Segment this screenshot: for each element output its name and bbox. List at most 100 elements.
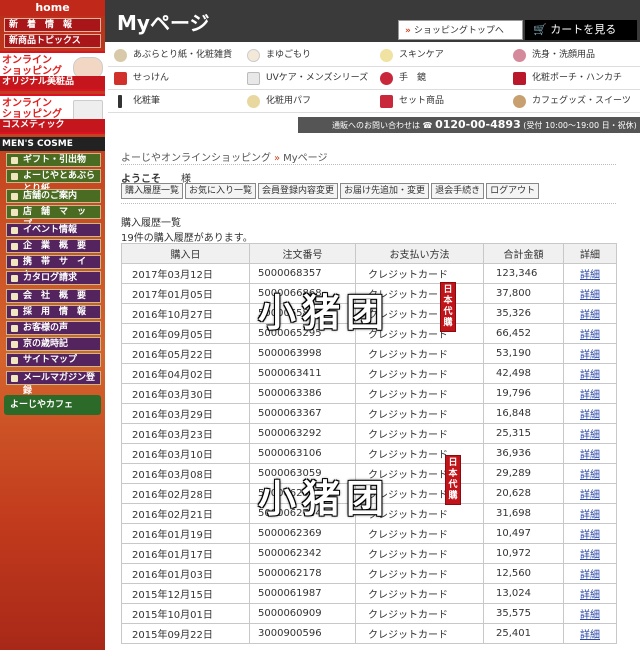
sidebar-item-catalog[interactable]: カタログ請求 — [6, 271, 101, 285]
sidebar-item-sitemap[interactable]: サイトマップ — [6, 353, 101, 367]
cell-total: 19,796 — [483, 383, 564, 404]
category-label: セット商品 — [399, 96, 445, 106]
category-item[interactable]: 化粧ポーチ・ハンカチ — [507, 67, 640, 90]
cell-payment: クレジットカード — [355, 543, 484, 564]
cell-date: 2017年03月12日 — [121, 263, 250, 284]
sidebar-item-cafe[interactable]: よーじやカフェ — [4, 395, 101, 415]
sidebar-item-abura[interactable]: よーじやとあぶらとり紙 — [6, 169, 101, 194]
table-row: 2016年03月29日 5000063367 クレジットカード 16,848 詳細 — [121, 403, 617, 424]
view-cart-button[interactable]: 🛒 カートを見る — [525, 20, 637, 40]
cell-detail: 詳細 — [563, 623, 617, 644]
cell-date: 2016年04月02日 — [121, 363, 250, 384]
category-item[interactable]: 化粧筆 — [108, 90, 241, 113]
seal-stamp: 日本代購 — [445, 455, 461, 505]
cell-detail: 詳細 — [563, 263, 617, 284]
category-label: カフェグッズ・スイーツ — [532, 96, 631, 106]
category-item[interactable]: あぶらとり紙・化粧雑貨 — [108, 44, 241, 67]
sidebar-item-mobile[interactable]: 携 帯 サ イ ト — [6, 255, 101, 280]
banner-original-cosmetics[interactable]: オンライン ショッピング オリジナル美粧品 — [0, 51, 105, 91]
table-row: 2016年01月03日 5000062178 クレジットカード 12,560 詳細 — [121, 563, 617, 584]
cell-order-no: 5000063292 — [249, 423, 356, 444]
category-item[interactable]: カフェグッズ・スイーツ — [507, 90, 640, 113]
sidebar-item-news[interactable]: 新 着 情 報 — [4, 18, 101, 32]
paper-icon — [114, 49, 127, 62]
sidebar-item-company[interactable]: 会 社 概 要 — [6, 289, 101, 303]
detail-link[interactable]: 詳細 — [580, 570, 600, 581]
shopping-top-label: ショッピングトップへ — [413, 26, 504, 36]
table-row: 2016年03月30日 5000063386 クレジットカード 19,796 詳細 — [121, 383, 617, 404]
detail-link[interactable]: 詳細 — [580, 630, 600, 641]
category-item[interactable]: まゆごもり — [241, 44, 374, 67]
tab-member-info[interactable]: 会員登録内容変更 — [258, 183, 339, 199]
sidebar-item-events[interactable]: イベント情報 — [6, 223, 101, 237]
detail-link[interactable]: 詳細 — [580, 550, 600, 561]
cell-order-no: 5000063367 — [249, 403, 356, 424]
category-label: あぶらとり紙・化粧雑貨 — [133, 50, 233, 60]
category-item[interactable]: セット商品 — [374, 90, 507, 113]
detail-link[interactable]: 詳細 — [580, 290, 600, 301]
detail-link[interactable]: 詳細 — [580, 510, 600, 521]
category-item[interactable]: 化粧用パフ — [241, 90, 374, 113]
detail-link[interactable]: 詳細 — [580, 610, 600, 621]
detail-link[interactable]: 詳細 — [580, 490, 600, 501]
detail-link[interactable]: 詳細 — [580, 310, 600, 321]
cell-detail: 詳細 — [563, 463, 617, 484]
sidebar-item-new-products[interactable]: 新商品トピックス — [4, 34, 101, 48]
cell-payment: クレジットカード — [355, 563, 484, 584]
sidebar-item-store-guide[interactable]: 店舗のご案内 — [6, 189, 101, 203]
sidebar-item-recruit[interactable]: 採 用 情 報 — [6, 305, 101, 319]
category-item[interactable]: 洗身・洗顔用品 — [507, 44, 640, 67]
shopping-top-button[interactable]: » ショッピングトップへ — [398, 20, 523, 40]
column-header-detail: 詳細 — [563, 243, 617, 264]
tab-delivery-address[interactable]: お届け先追加・変更 — [340, 183, 430, 199]
category-item[interactable]: せっけん — [108, 67, 241, 90]
table-row: 2015年09月22日 3000900596 クレジットカード 25,401 詳細 — [121, 623, 617, 644]
sidebar-item-newsletter[interactable]: メールマガジン登録 — [6, 371, 101, 396]
category-item[interactable]: 手 鏡 — [374, 67, 507, 90]
detail-link[interactable]: 詳細 — [580, 270, 600, 281]
tab-favorites[interactable]: お気に入り一覧 — [185, 183, 257, 199]
column-header-date: 購入日 — [121, 243, 250, 264]
sidebar-item-corporate[interactable]: 企 業 概 要 — [6, 239, 101, 253]
detail-link[interactable]: 詳細 — [580, 470, 600, 481]
tab-logout[interactable]: ログアウト — [486, 183, 540, 199]
cell-detail: 詳細 — [563, 603, 617, 624]
tab-purchase-history[interactable]: 購入履歴一覧 — [121, 183, 184, 199]
category-item[interactable]: スキンケア — [374, 44, 507, 67]
cell-total: 10,497 — [483, 523, 564, 544]
table-row: 2017年03月12日 5000068357 クレジットカード 123,346 詳細 — [121, 263, 617, 284]
cell-date: 2016年01月17日 — [121, 543, 250, 564]
home-link[interactable]: home — [0, 0, 105, 16]
detail-link[interactable]: 詳細 — [580, 370, 600, 381]
cell-order-no: 5000063998 — [249, 343, 356, 364]
cell-order-no: 5000063386 — [249, 383, 356, 404]
category-item[interactable]: UVケア・メンズシリーズ — [241, 67, 374, 90]
detail-link[interactable]: 詳細 — [580, 450, 600, 461]
skincare-icon — [380, 49, 393, 62]
contact-bar: 通販へのお問い合わせは ☎ 0120-00-4893 (受付 10:00～19:… — [298, 117, 640, 133]
cell-total: 31,698 — [483, 503, 564, 524]
table-row: 2016年05月22日 5000063998 クレジットカード 53,190 詳細 — [121, 343, 617, 364]
detail-link[interactable]: 詳細 — [580, 430, 600, 441]
sidebar-item-voice[interactable]: お客様の声 — [6, 321, 101, 335]
breadcrumb-separator: » — [274, 153, 281, 164]
detail-link[interactable]: 詳細 — [580, 590, 600, 601]
sidebar-item-mens-cosme[interactable]: MEN'S COSME — [0, 137, 105, 151]
cell-payment: クレジットカード — [355, 263, 484, 284]
detail-link[interactable]: 詳細 — [580, 330, 600, 341]
sidebar-item-gift[interactable]: ギフト・引出物 — [6, 153, 101, 167]
cell-total: 10,972 — [483, 543, 564, 564]
detail-link[interactable]: 詳細 — [580, 410, 600, 421]
watermark: 小猪团 — [258, 476, 391, 521]
detail-link[interactable]: 詳細 — [580, 390, 600, 401]
tab-withdraw[interactable]: 退会手続き — [431, 183, 485, 199]
banner-cosmetic[interactable]: オンライン ショッピング コスメティック — [0, 94, 105, 134]
sidebar-item-seasons[interactable]: 京の歳時記 — [6, 337, 101, 351]
cell-date: 2016年03月08日 — [121, 463, 250, 484]
cell-date: 2016年05月22日 — [121, 343, 250, 364]
page-header: Myページ » ショッピングトップへ 🛒 カートを見る — [105, 0, 640, 42]
detail-link[interactable]: 詳細 — [580, 530, 600, 541]
detail-link[interactable]: 詳細 — [580, 350, 600, 361]
breadcrumb-home[interactable]: よーじやオンラインショッピング — [121, 153, 271, 164]
sidebar-item-store-map[interactable]: 店 舗 マ ッ プ — [6, 205, 101, 230]
